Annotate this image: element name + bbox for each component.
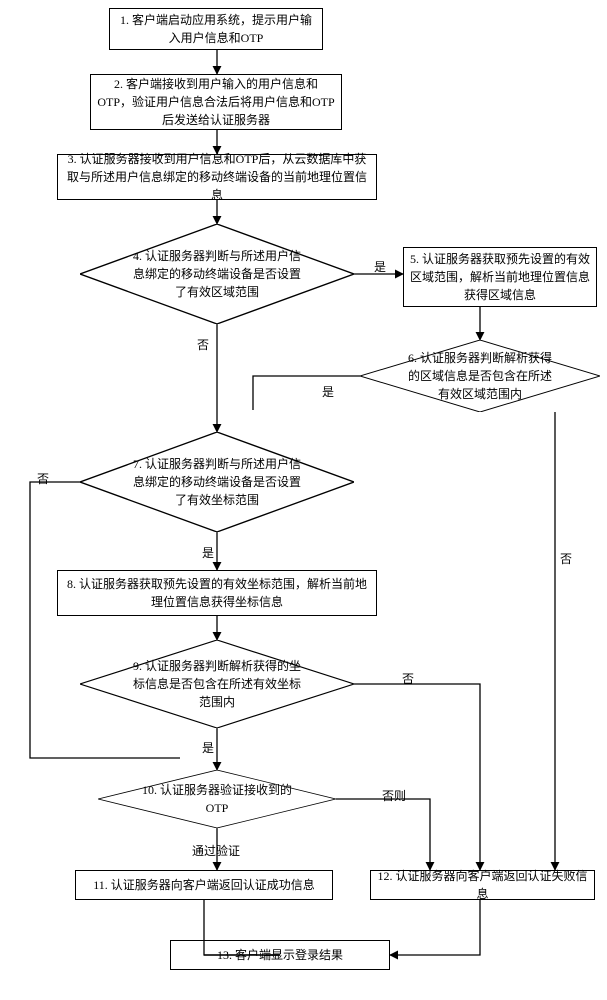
label-6-no: 否 [558,550,574,567]
node-11: 11. 认证服务器向客户端返回认证成功信息 [75,870,333,900]
node-5: 5. 认证服务器获取预先设置的有效区域范围，解析当前地理位置信息获得区域信息 [403,247,597,307]
node-1-text: 1. 客户端启动应用系统，提示用户输入用户信息和OTP [116,11,316,47]
node-12: 12. 认证服务器向客户端返回认证失败信息 [370,870,595,900]
node-6: 6. 认证服务器判断解析获得的区域信息是否包含在所述有效区域范围内 [360,340,600,412]
label-4-no: 否 [195,336,211,353]
label-9-no: 否 [400,670,416,687]
node-7-text: 7. 认证服务器判断与所述用户信息绑定的移动终端设备是否设置了有效坐标范围 [129,455,304,509]
node-9: 9. 认证服务器判断解析获得的坐标信息是否包含在所述有效坐标范围内 [80,640,354,728]
node-9-text: 9. 认证服务器判断解析获得的坐标信息是否包含在所述有效坐标范围内 [129,657,304,711]
node-10: 10. 认证服务器验证接收到的OTP [98,770,336,828]
node-8-text: 8. 认证服务器获取预先设置的有效坐标范围，解析当前地理位置信息获得坐标信息 [64,575,370,611]
node-13-text: 13. 客户端显示登录结果 [217,946,343,964]
node-11-text: 11. 认证服务器向客户端返回认证成功信息 [93,876,315,894]
label-9-yes: 是 [200,739,216,756]
node-4-text: 4. 认证服务器判断与所述用户信息绑定的移动终端设备是否设置了有效区域范围 [129,247,304,301]
node-2: 2. 客户端接收到用户输入的用户信息和OTP，验证用户信息合法后将用户信息和OT… [90,74,342,130]
node-6-text: 6. 认证服务器判断解析获得的区域信息是否包含在所述有效区域范围内 [403,349,557,403]
node-13: 13. 客户端显示登录结果 [170,940,390,970]
node-7: 7. 认证服务器判断与所述用户信息绑定的移动终端设备是否设置了有效坐标范围 [80,432,354,532]
label-7-no: 否 [35,470,51,487]
label-4-yes: 是 [372,258,388,275]
label-7-yes: 是 [200,544,216,561]
label-6-yes: 是 [320,383,336,400]
node-2-text: 2. 客户端接收到用户输入的用户信息和OTP，验证用户信息合法后将用户信息和OT… [97,75,335,129]
node-3-text: 3. 认证服务器接收到用户信息和OTP后，从云数据库中获取与所述用户信息绑定的移… [64,150,370,204]
node-4: 4. 认证服务器判断与所述用户信息绑定的移动终端设备是否设置了有效区域范围 [80,224,354,324]
node-3: 3. 认证服务器接收到用户信息和OTP后，从云数据库中获取与所述用户信息绑定的移… [57,154,377,200]
node-12-text: 12. 认证服务器向客户端返回认证失败信息 [377,867,588,903]
node-8: 8. 认证服务器获取预先设置的有效坐标范围，解析当前地理位置信息获得坐标信息 [57,570,377,616]
label-10-else: 否则 [380,787,408,804]
node-1: 1. 客户端启动应用系统，提示用户输入用户信息和OTP [109,8,323,50]
label-10-pass: 通过验证 [190,842,242,859]
node-5-text: 5. 认证服务器获取预先设置的有效区域范围，解析当前地理位置信息获得区域信息 [410,250,590,304]
node-10-text: 10. 认证服务器验证接收到的OTP [141,781,293,817]
